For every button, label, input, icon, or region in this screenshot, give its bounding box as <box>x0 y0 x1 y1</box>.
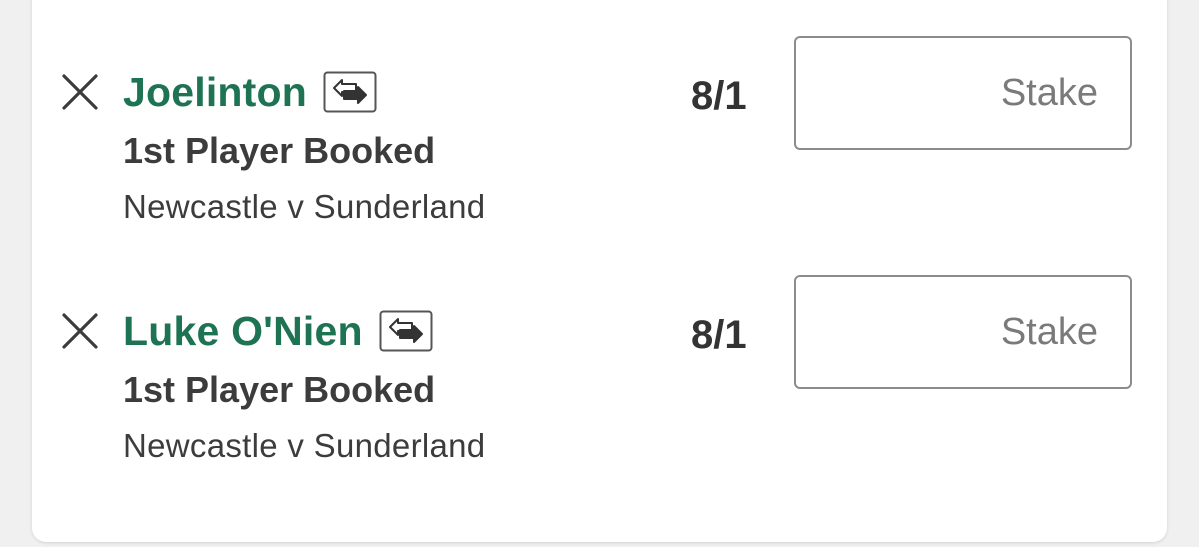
event-name: Newcastle v Sunderland <box>123 188 486 225</box>
cash-out-swap-icon[interactable] <box>379 310 433 352</box>
stake-input[interactable] <box>796 277 1130 387</box>
stake-field[interactable] <box>794 275 1132 389</box>
runner-row: Luke O'Nien <box>123 305 433 357</box>
remove-selection-button[interactable] <box>60 311 100 351</box>
runner-row: Joelinton <box>123 66 377 118</box>
bet-slip-card: Joelinton 1st Player Booked Newcastle v … <box>32 0 1167 542</box>
event-name: Newcastle v Sunderland <box>123 427 486 464</box>
market-name: 1st Player Booked <box>123 130 436 171</box>
close-icon <box>62 74 98 110</box>
market-name: 1st Player Booked <box>123 369 436 410</box>
odds-value: 8/1 <box>691 74 747 118</box>
bet-selection: Joelinton 1st Player Booked Newcastle v … <box>32 36 1167 262</box>
bet-selection: Luke O'Nien 1st Player Booked Newcastle … <box>32 275 1167 501</box>
runner-name: Joelinton <box>123 68 308 115</box>
remove-selection-button[interactable] <box>60 72 100 112</box>
runner-name: Luke O'Nien <box>123 307 363 354</box>
stake-field[interactable] <box>794 36 1132 150</box>
cash-out-swap-icon[interactable] <box>323 71 377 113</box>
odds-value: 8/1 <box>691 313 747 357</box>
stake-input[interactable] <box>796 38 1130 148</box>
close-icon <box>62 313 98 349</box>
